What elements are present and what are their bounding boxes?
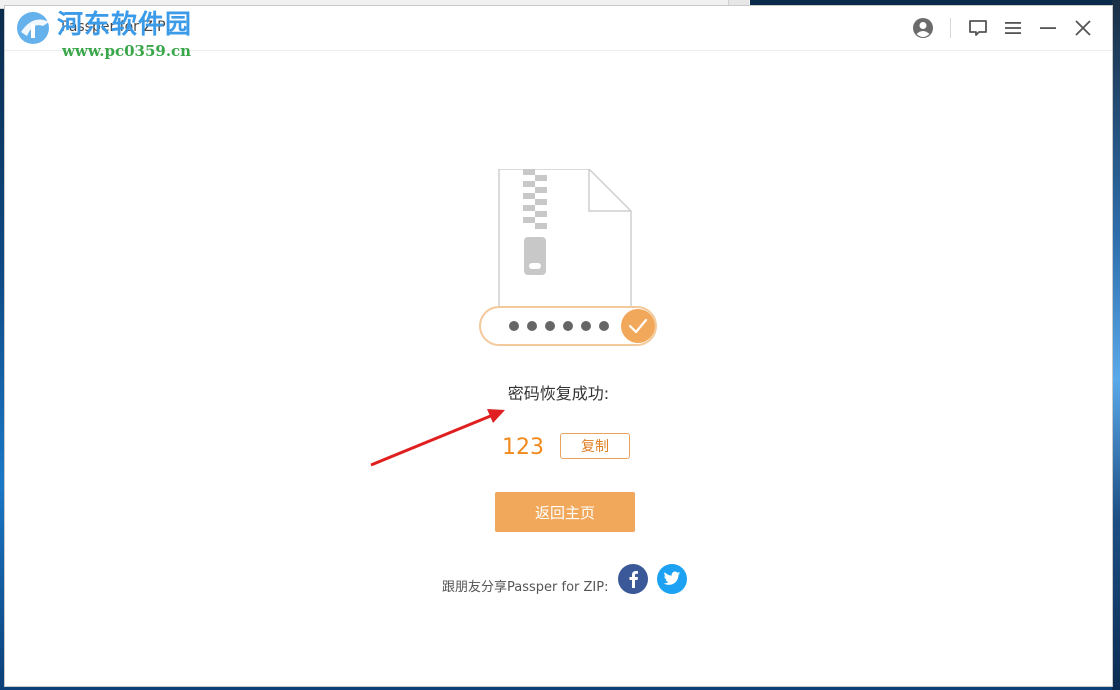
close-icon (1075, 20, 1091, 36)
app-logo-icon (17, 12, 49, 44)
facebook-icon (629, 571, 638, 588)
recovered-password: 123 (502, 435, 544, 460)
main-content: 密码恢复成功: 123 复制 返回主页 跟朋友分享Passper for ZIP… (5, 51, 1112, 686)
close-button[interactable] (1069, 14, 1097, 42)
menu-icon (1005, 22, 1021, 34)
twitter-share-button[interactable] (657, 564, 687, 594)
red-arrow-annotation (370, 409, 505, 467)
watermark-text: 河东软件园 (57, 10, 193, 40)
share-label: 跟朋友分享Passper for ZIP: (442, 580, 609, 595)
zip-file-icon (479, 169, 657, 346)
menu-button[interactable] (999, 14, 1027, 42)
success-message: 密码恢复成功: (507, 384, 610, 403)
feedback-button[interactable] (964, 14, 992, 42)
twitter-icon (663, 571, 681, 585)
account-button[interactable] (909, 14, 937, 42)
titlebar-divider (950, 18, 951, 38)
title-bar: Passper for ZIP 河东软件园 www.pc0359.cn (5, 6, 1112, 60)
desktop-wallpaper-edge (1112, 0, 1120, 690)
facebook-share-button[interactable] (618, 564, 648, 594)
user-icon (913, 18, 933, 38)
back-to-home-button[interactable]: 返回主页 (495, 492, 635, 532)
copy-button[interactable]: 复制 (560, 433, 630, 459)
app-window: Passper for ZIP 河东软件园 www.pc0359.cn 密码恢复… (5, 6, 1112, 686)
feedback-icon (969, 20, 987, 36)
minimize-button[interactable] (1034, 14, 1062, 42)
minimize-icon (1040, 27, 1056, 29)
